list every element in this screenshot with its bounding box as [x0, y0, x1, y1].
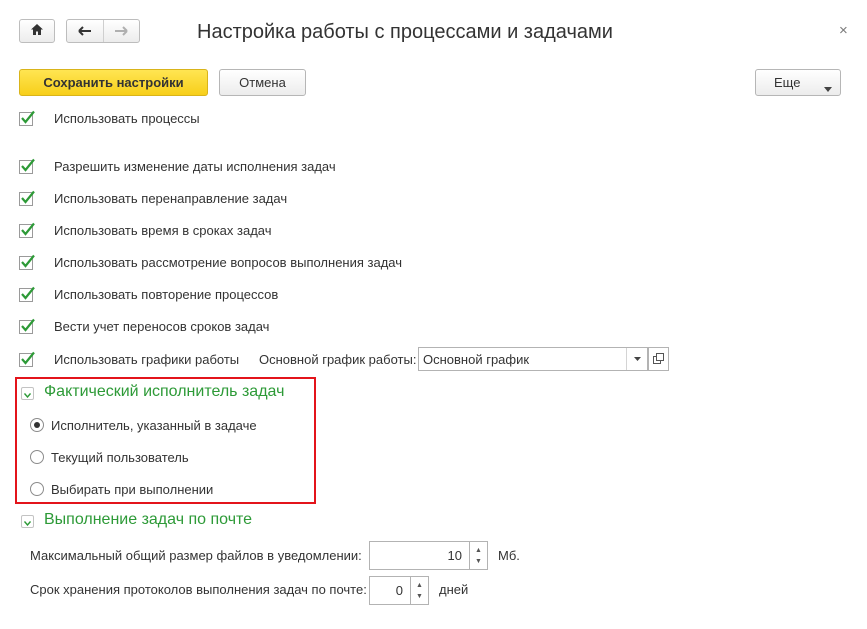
allow-due-date-change-label: Разрешить изменение даты исполнения зада…	[54, 159, 336, 174]
chevron-down-icon	[23, 514, 32, 529]
log-retention-stepper[interactable]: ▲ ▼	[411, 576, 429, 605]
use-task-redirection-label: Использовать перенаправление задач	[54, 191, 288, 206]
use-questions-review-label: Использовать рассмотрение вопросов выпол…	[54, 255, 403, 270]
chevron-up-icon[interactable]: ▲	[475, 547, 482, 555]
save-settings-button[interactable]: Сохранить настройки	[19, 69, 208, 96]
use-process-repeat-checkbox[interactable]	[19, 286, 35, 302]
email-tasks-group-title[interactable]: Выполнение задач по почте	[44, 511, 252, 529]
use-time-in-deadlines-label: Использовать время в сроках задач	[54, 223, 272, 238]
collapse-toggle-actual-performer[interactable]	[21, 387, 34, 400]
performer-option-assigned-radio[interactable]	[30, 418, 44, 432]
performer-option-choose-radio[interactable]	[30, 482, 44, 496]
collapse-toggle-email-tasks[interactable]	[21, 515, 34, 528]
more-button[interactable]: Еще	[755, 69, 841, 96]
use-time-in-deadlines-checkbox[interactable]	[19, 222, 35, 238]
performer-option-current-user-label: Текущий пользователь	[51, 450, 189, 465]
track-deadline-shifts-label: Вести учет переносов сроков задач	[54, 319, 270, 334]
chevron-down-icon	[23, 386, 32, 401]
forward-button[interactable]	[103, 20, 139, 42]
performer-option-current-user-radio[interactable]	[30, 450, 44, 464]
radio-selected-dot	[34, 422, 40, 428]
history-nav	[66, 19, 140, 43]
use-task-redirection-checkbox[interactable]	[19, 190, 35, 206]
home-icon	[30, 23, 44, 39]
close-icon[interactable]: ×	[839, 22, 848, 39]
open-form-icon	[653, 352, 664, 367]
arrow-left-icon	[78, 24, 92, 39]
max-size-stepper[interactable]: ▲ ▼	[470, 541, 488, 570]
dropdown-arrow-icon[interactable]	[626, 348, 647, 370]
arrow-right-icon	[114, 24, 128, 39]
cancel-button[interactable]: Отмена	[219, 69, 306, 96]
more-button-label: Еще	[774, 75, 801, 90]
use-processes-checkbox[interactable]	[19, 110, 35, 126]
use-processes-label: Использовать процессы	[54, 111, 200, 126]
use-questions-review-checkbox[interactable]	[19, 254, 35, 270]
main-schedule-value: Основной график	[423, 352, 530, 367]
use-work-schedules-checkbox[interactable]	[19, 351, 35, 367]
chevron-up-icon[interactable]: ▲	[416, 582, 423, 590]
allow-due-date-change-checkbox[interactable]	[19, 158, 35, 174]
log-retention-input[interactable]: 0	[369, 576, 411, 605]
dropdown-arrow-icon	[824, 80, 832, 95]
log-retention-unit: дней	[439, 582, 469, 597]
main-schedule-field[interactable]: Основной график	[418, 347, 648, 371]
max-size-label: Максимальный общий размер файлов в уведо…	[30, 548, 362, 563]
performer-option-choose-label: Выбирать при выполнении	[51, 482, 214, 497]
back-button[interactable]	[67, 20, 104, 42]
track-deadline-shifts-checkbox[interactable]	[19, 318, 35, 334]
actual-performer-group-title[interactable]: Фактический исполнитель задач	[44, 383, 284, 401]
chevron-down-icon[interactable]: ▼	[416, 593, 423, 601]
open-schedule-button[interactable]	[648, 347, 669, 371]
max-size-input[interactable]: 10	[369, 541, 470, 570]
performer-option-assigned-label: Исполнитель, указанный в задаче	[51, 418, 257, 433]
log-retention-label: Срок хранения протоколов выполнения зада…	[30, 582, 367, 597]
use-work-schedules-label: Использовать графики работы	[54, 352, 240, 367]
main-schedule-label: Основной график работы:	[259, 352, 417, 367]
window-title: Настройка работы с процессами и задачами	[197, 21, 613, 43]
use-process-repeat-label: Использовать повторение процессов	[54, 287, 279, 302]
chevron-down-icon[interactable]: ▼	[475, 558, 482, 566]
home-button[interactable]	[19, 19, 55, 43]
max-size-unit: Мб.	[498, 548, 520, 563]
